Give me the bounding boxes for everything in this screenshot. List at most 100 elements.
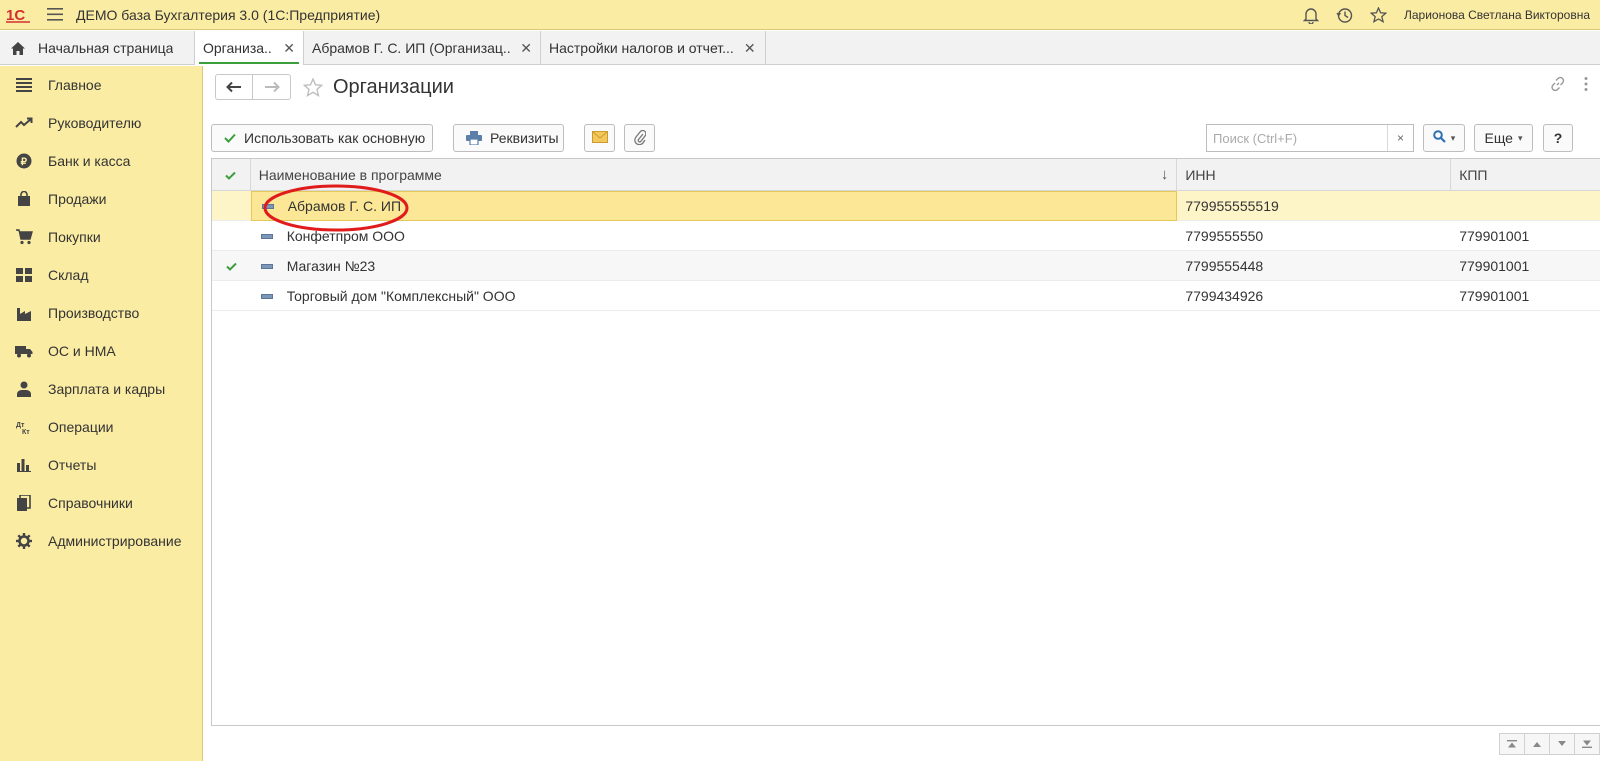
trend-icon — [14, 114, 34, 132]
inn-cell: 7799555448 — [1185, 258, 1264, 274]
check-icon — [224, 133, 236, 143]
sidebar-item-reports[interactable]: Отчеты — [0, 446, 202, 484]
name-cell: Магазин №23 — [251, 251, 1178, 281]
org-name: Торговый дом "Комплексный" ООО — [286, 288, 516, 304]
close-icon[interactable]: ✕ — [283, 40, 295, 57]
table-header: Наименование в программе ↓ ИНН КПП — [212, 159, 1600, 191]
app-title: ДЕМО база Бухгалтерия 3.0 (1С:Предприяти… — [76, 6, 381, 23]
tab-label: Начальная страница — [38, 40, 174, 56]
sidebar-item-warehouse[interactable]: Склад — [0, 256, 202, 294]
search-box: × — [1206, 124, 1414, 152]
email-button[interactable] — [584, 124, 615, 152]
search-button[interactable]: ▾ — [1423, 124, 1465, 152]
main-org-cell — [212, 191, 251, 221]
sidebar-item-label: Склад — [48, 267, 89, 283]
main-content: Организации Использовать как основную Ре… — [211, 66, 1600, 761]
org-name: Магазин №23 — [286, 258, 376, 274]
check-icon — [225, 171, 237, 180]
link-icon[interactable] — [1544, 76, 1572, 92]
sidebar-item-manager[interactable]: Руководителю — [0, 104, 202, 142]
attachment-button[interactable] — [624, 124, 655, 152]
first-page-icon[interactable] — [1499, 733, 1525, 755]
tab-abramov[interactable]: Абрамов Г. С. ИП (Организац... ✕ — [304, 31, 541, 65]
forward-button[interactable] — [253, 74, 291, 100]
books-icon — [14, 494, 34, 512]
search-clear-button[interactable]: × — [1387, 125, 1413, 151]
dt-kt-icon: Дт Кт — [14, 418, 34, 436]
sidebar-item-salary[interactable]: Зарплата и кадры — [0, 370, 202, 408]
sidebar-item-bank[interactable]: ₽ Банк и касса — [0, 142, 202, 180]
chevron-down-icon: ▾ — [1517, 132, 1523, 143]
favorite-star-icon[interactable] — [303, 77, 323, 97]
tab-bar: Начальная страница Организа... ✕ Абрамов… — [0, 31, 1600, 65]
sidebar-item-main[interactable]: Главное — [0, 66, 202, 104]
close-icon[interactable]: ✕ — [744, 40, 756, 57]
table-row[interactable]: Конфетпром ООО 7799555550 779901001 — [212, 221, 1600, 251]
last-page-icon[interactable] — [1574, 733, 1600, 755]
tab-home[interactable]: Начальная страница — [0, 31, 195, 65]
person-icon — [14, 380, 34, 398]
gear-icon — [14, 532, 34, 550]
sidebar-item-admin[interactable]: Администрирование — [0, 522, 202, 560]
tab-organizations[interactable]: Организа... ✕ — [195, 31, 304, 65]
sort-arrow-icon: ↓ — [1160, 166, 1169, 183]
column-header-inn[interactable]: ИНН — [1177, 159, 1452, 191]
column-header-label: Наименование в программе — [258, 167, 442, 183]
factory-icon — [14, 304, 34, 322]
tab-tax-settings[interactable]: Настройки налогов и отчет... ✕ — [541, 31, 766, 65]
sidebar-item-operations[interactable]: Дт Кт Операции — [0, 408, 202, 446]
warehouse-grid-icon — [14, 266, 34, 284]
sidebar-item-fixed-assets[interactable]: ОС и НМА — [0, 332, 202, 370]
sidebar-item-label: Справочники — [48, 495, 133, 511]
table-row[interactable]: Абрамов Г. С. ИП 779955555519 — [212, 191, 1600, 221]
sidebar-item-directories[interactable]: Справочники — [0, 484, 202, 522]
inn-cell: 779955555519 — [1185, 198, 1279, 214]
requisites-button[interactable]: Реквизиты — [453, 124, 564, 152]
table-row[interactable]: Торговый дом "Комплексный" ООО 779943492… — [212, 281, 1600, 311]
column-header-label: КПП — [1459, 167, 1488, 183]
more-label: Еще — [1484, 130, 1513, 146]
bar-chart-icon — [14, 456, 34, 474]
toolbar: Использовать как основную Реквизиты × ▾ … — [211, 124, 1600, 152]
more-vertical-icon[interactable] — [1572, 76, 1600, 92]
sidebar-item-label: Покупки — [48, 229, 101, 245]
1c-logo-icon: 1С — [0, 0, 38, 30]
main-org-column-header[interactable] — [212, 159, 251, 191]
sidebar-item-label: Руководителю — [48, 115, 142, 131]
ruble-coin-icon: ₽ — [14, 152, 34, 170]
tab-label: Абрамов Г. С. ИП (Организац... — [312, 40, 511, 56]
item-icon — [260, 263, 273, 269]
back-button[interactable] — [215, 74, 253, 100]
inn-cell: 7799434926 — [1185, 288, 1264, 304]
page-title: Организации — [333, 75, 454, 98]
use-as-main-label: Использовать как основную — [244, 130, 426, 146]
next-page-icon[interactable] — [1549, 733, 1575, 755]
sidebar-item-production[interactable]: Производство — [0, 294, 202, 332]
column-header-name[interactable]: Наименование в программе ↓ — [251, 159, 1178, 191]
column-header-kpp[interactable]: КПП — [1451, 159, 1600, 191]
main-menu-icon[interactable] — [38, 0, 72, 30]
main-org-check-icon — [226, 262, 237, 271]
printer-icon — [466, 131, 482, 145]
sidebar-item-label: Зарплата и кадры — [48, 381, 166, 397]
name-cell: Торговый дом "Комплексный" ООО — [251, 281, 1178, 311]
sidebar-item-sales[interactable]: Продажи — [0, 180, 202, 218]
item-icon — [261, 203, 274, 209]
table-row[interactable]: Магазин №23 7799555448 779901001 — [212, 251, 1600, 281]
close-icon[interactable]: ✕ — [520, 40, 532, 57]
help-button[interactable]: ? — [1543, 124, 1573, 152]
prev-page-icon[interactable] — [1524, 733, 1550, 755]
favorites-star-icon[interactable] — [1362, 0, 1396, 30]
bell-icon[interactable] — [1294, 0, 1328, 30]
more-button[interactable]: Еще ▾ — [1474, 124, 1533, 152]
main-org-cell — [212, 251, 251, 281]
search-input[interactable] — [1207, 126, 1387, 150]
use-as-main-button[interactable]: Использовать как основную — [211, 124, 433, 152]
user-name[interactable]: Ларионова Светлана Викторовна — [1404, 8, 1590, 22]
main-org-cell — [212, 281, 251, 311]
home-icon — [10, 41, 26, 56]
sidebar: Главное Руководителю ₽ Банк и касса Прод… — [0, 66, 203, 761]
shopping-bag-icon — [14, 190, 34, 208]
sidebar-item-purchases[interactable]: Покупки — [0, 218, 202, 256]
history-icon[interactable] — [1328, 0, 1362, 30]
